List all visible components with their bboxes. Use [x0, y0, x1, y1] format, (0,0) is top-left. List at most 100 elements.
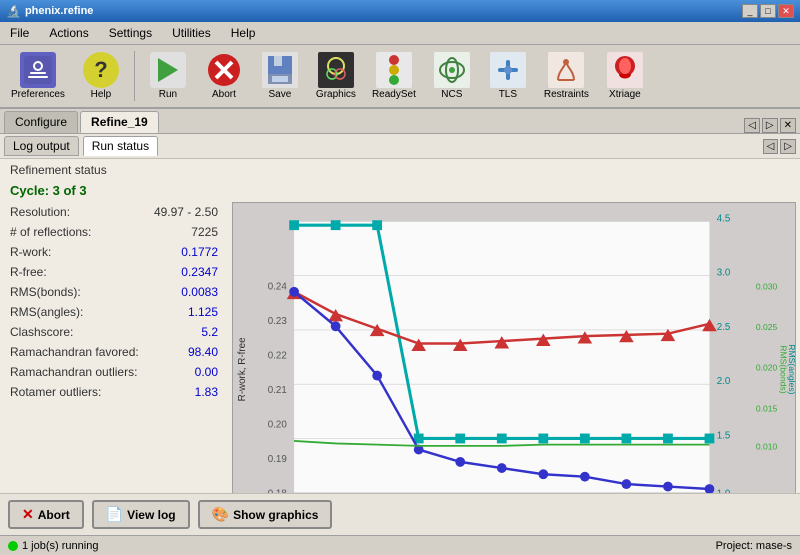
window-title: phenix.refine [25, 5, 93, 17]
menu-bar: File Actions Settings Utilities Help [0, 22, 800, 45]
save-button[interactable]: Save [255, 49, 305, 103]
help-button[interactable]: ? Help [76, 49, 126, 103]
graphics-label: Graphics [316, 89, 356, 100]
menu-settings[interactable]: Settings [103, 24, 158, 42]
abort-icon [206, 52, 242, 88]
minimize-button[interactable]: _ [742, 4, 758, 18]
stat-rama-outliers-label: Ramachandran outliers: [10, 363, 137, 381]
stat-rfree-label: R-free: [10, 263, 47, 281]
svg-text:3.0: 3.0 [717, 268, 731, 279]
abort-button[interactable]: ✕ Abort [8, 500, 84, 529]
stat-rama-outliers-value: 0.00 [195, 363, 218, 381]
sub-tab-run-status[interactable]: Run status [83, 136, 158, 156]
abort-toolbar-label: Abort [212, 89, 236, 100]
stat-resolution: Resolution: 49.97 - 2.50 [4, 202, 224, 222]
ncs-label: NCS [441, 89, 462, 100]
abort-toolbar-button[interactable]: Abort [199, 49, 249, 103]
content-area: Resolution: 49.97 - 2.50 # of reflection… [0, 202, 800, 493]
project-info: Project: mase-s [716, 540, 792, 552]
help-label: Help [91, 89, 112, 100]
sub-tab-nav-right[interactable]: ▷ [780, 139, 796, 154]
bottom-bar: ✕ Abort 📄 View log 🎨 Show graphics [0, 493, 800, 535]
close-button[interactable]: ✕ [778, 4, 794, 18]
tab-nav-left[interactable]: ◁ [744, 118, 760, 133]
menu-utilities[interactable]: Utilities [166, 24, 217, 42]
restraints-label: Restraints [544, 89, 589, 100]
menu-actions[interactable]: Actions [43, 24, 94, 42]
view-log-icon: 📄 [106, 506, 123, 523]
tab-nav-right[interactable]: ▷ [762, 118, 778, 133]
show-graphics-button[interactable]: 🎨 Show graphics [198, 500, 333, 529]
svg-text:0.22: 0.22 [268, 350, 287, 361]
graphics-button[interactable]: Graphics [311, 49, 361, 103]
svg-text:R-work, R-free: R-work, R-free [237, 337, 248, 402]
readyset-icon [376, 52, 412, 88]
stat-rotamer-outliers-value: 1.83 [195, 383, 218, 401]
readyset-button[interactable]: ReadySet [367, 49, 421, 103]
svg-text:2.0: 2.0 [717, 376, 731, 387]
svg-text:RMS(bonds): RMS(bonds) [778, 345, 788, 394]
svg-text:0.23: 0.23 [268, 316, 288, 327]
view-log-button[interactable]: 📄 View log [92, 500, 190, 529]
title-bar: 🔬 phenix.refine _ □ ✕ [0, 0, 800, 22]
tab-configure[interactable]: Configure [4, 111, 78, 133]
restraints-button[interactable]: Restraints [539, 49, 594, 103]
xtriage-button[interactable]: Xtriage [600, 49, 650, 103]
stat-rmsangles-label: RMS(angles): [10, 303, 83, 321]
status-text: 1 job(s) running [22, 540, 98, 552]
svg-text:0.20: 0.20 [268, 419, 288, 430]
sub-tab-log[interactable]: Log output [4, 136, 79, 156]
stat-rmsbonds-label: RMS(bonds): [10, 283, 81, 301]
show-graphics-label: Show graphics [233, 508, 318, 522]
stat-rwork-value: 0.1772 [181, 243, 218, 261]
stat-clashscore-label: Clashscore: [10, 323, 73, 341]
sub-tab-bar: Log output Run status ◁ ▷ [0, 134, 800, 159]
stat-reflections: # of reflections: 7225 [4, 222, 224, 242]
preferences-label: Preferences [11, 89, 65, 100]
toolbar: Preferences ? Help Run Abort [0, 45, 800, 109]
xtriage-label: Xtriage [609, 89, 641, 100]
tab-close[interactable]: ✕ [780, 118, 796, 133]
preferences-button[interactable]: Preferences [6, 49, 70, 103]
stat-rama-favored: Ramachandran favored: 98.40 [4, 342, 224, 362]
svg-text:4.5: 4.5 [717, 213, 731, 224]
graphics-icon [318, 52, 354, 88]
svg-text:1.5: 1.5 [717, 430, 731, 441]
stat-reflections-value: 7225 [191, 223, 218, 241]
save-label: Save [269, 89, 292, 100]
stat-clashscore: Clashscore: 5.2 [4, 322, 224, 342]
refinement-heading: Refinement status [0, 159, 800, 181]
stat-rotamer-outliers-label: Rotamer outliers: [10, 383, 101, 401]
stat-rmsangles-value: 1.125 [188, 303, 218, 321]
stat-rfree-value: 0.2347 [181, 263, 218, 281]
stat-reflections-label: # of reflections: [10, 223, 91, 241]
ncs-button[interactable]: NCS [427, 49, 477, 103]
status-indicator [8, 541, 18, 551]
menu-help[interactable]: Help [225, 24, 262, 42]
menu-file[interactable]: File [4, 24, 35, 42]
stat-rmsbonds: RMS(bonds): 0.0083 [4, 282, 224, 302]
tls-label: TLS [499, 89, 517, 100]
tab-refine[interactable]: Refine_19 [80, 111, 159, 133]
view-log-label: View log [127, 508, 175, 522]
run-button[interactable]: Run [143, 49, 193, 103]
tls-button[interactable]: TLS [483, 49, 533, 103]
stat-rama-favored-label: Ramachandran favored: [10, 343, 139, 361]
svg-text:0.24: 0.24 [268, 281, 288, 292]
restraints-icon [548, 52, 584, 88]
preferences-icon [20, 52, 56, 88]
refinement-chart: 0.18 0.19 0.20 0.21 0.22 0.23 0.24 R-wor… [233, 203, 795, 493]
sub-tab-nav-left[interactable]: ◁ [763, 139, 779, 154]
stat-rmsbonds-value: 0.0083 [181, 283, 218, 301]
stat-rmsangles: RMS(angles): 1.125 [4, 302, 224, 322]
svg-text:0.020: 0.020 [756, 363, 778, 373]
abort-button-label: Abort [38, 508, 70, 522]
chart-container: 0.18 0.19 0.20 0.21 0.22 0.23 0.24 R-wor… [232, 202, 796, 493]
abort-button-icon: ✕ [22, 506, 34, 523]
svg-text:0.030: 0.030 [756, 281, 778, 291]
stat-rwork-label: R-work: [10, 243, 51, 261]
main-tab-bar: Configure Refine_19 ◁ ▷ ✕ [0, 109, 800, 134]
svg-text:0.19: 0.19 [268, 454, 287, 465]
maximize-button[interactable]: □ [760, 4, 776, 18]
tls-icon [490, 52, 526, 88]
